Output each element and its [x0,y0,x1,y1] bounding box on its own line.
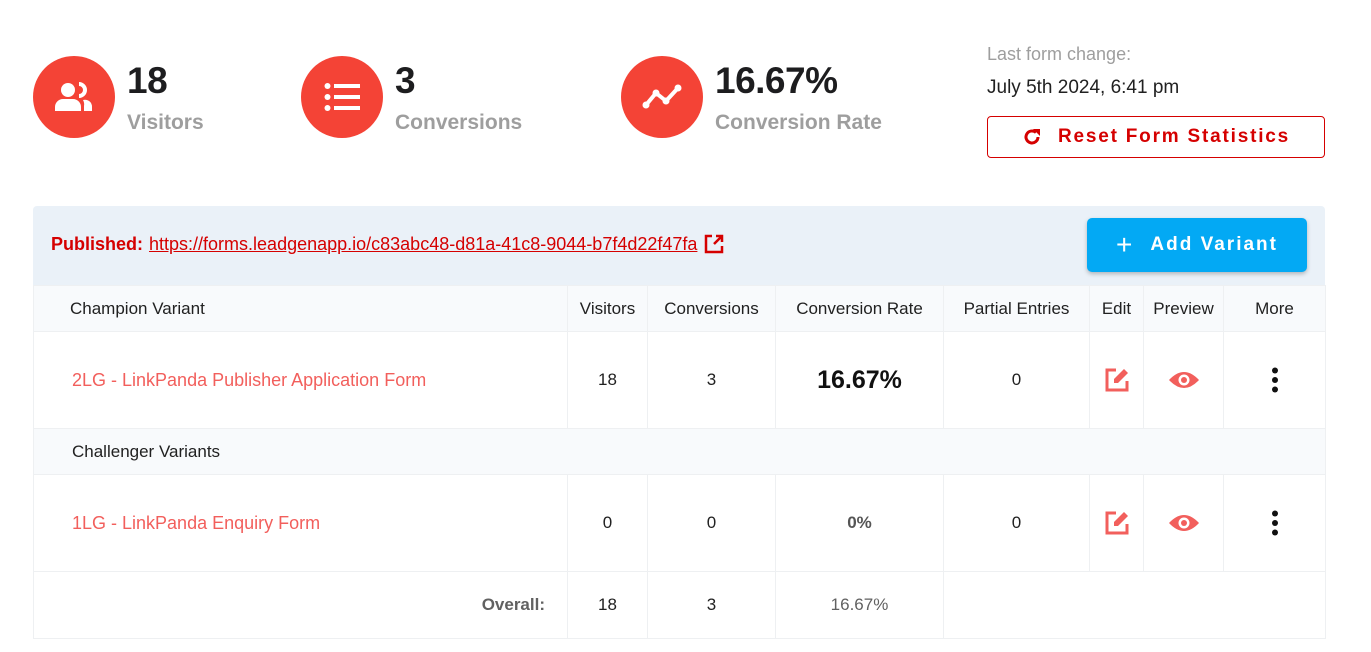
col-champion-variant: Champion Variant [33,285,568,332]
more-vertical-icon [1271,367,1278,393]
edit-icon [1105,511,1128,535]
variant-rate: 16.67% [775,331,944,429]
rate-value: 16.67% [715,60,838,101]
col-preview: Preview [1143,285,1224,332]
variant-partial: 0 [943,331,1090,429]
add-variant-label: Add Variant [1150,234,1278,255]
conversions-label: Conversions [395,111,523,134]
users-icon [33,56,115,138]
visitors-label: Visitors [127,111,204,134]
external-link-icon[interactable] [703,233,725,255]
col-more: More [1223,285,1326,332]
preview-button[interactable] [1143,474,1224,572]
trend-line-icon [621,56,703,138]
overall-rate: 16.67% [775,571,944,639]
more-button[interactable] [1223,474,1326,572]
overall-empty [943,571,1326,639]
last-change-date: July 5th 2024, 6:41 pm [987,77,1180,98]
variants-card: Published: https://forms.leadgenapp.io/c… [33,206,1326,639]
challenger-section: Challenger Variants [33,428,1326,475]
conversions-value: 3 [395,60,416,101]
last-form-change: Last form change: July 5th 2024, 6:41 pm [987,44,1179,99]
reset-statistics-button[interactable]: Reset Form Statistics [987,116,1325,158]
eye-icon [1168,515,1199,531]
rate-label: Conversion Rate [715,111,882,134]
plus-icon: + [1116,229,1135,260]
col-conversion-rate: Conversion Rate [775,285,944,332]
variant-conversions: 0 [647,474,776,572]
stat-conversion-rate: 16.67% Conversion Rate [621,56,882,138]
variant-partial: 0 [943,474,1090,572]
reset-label: Reset Form Statistics [1057,126,1291,147]
variants-table: Champion Variant Visitors Conversions Co… [33,285,1326,639]
challenger-section-label: Challenger Variants [33,428,1326,475]
col-edit: Edit [1089,285,1144,332]
table-row-overall: Overall: 18 3 16.67% [33,571,1326,639]
variant-conversions: 3 [647,331,776,429]
table-row-challenger: 1LG - LinkPanda Enquiry Form 0 0 0% 0 [33,474,1326,572]
add-variant-button[interactable]: + Add Variant [1087,218,1307,272]
col-partial-entries: Partial Entries [943,285,1090,332]
edit-button[interactable] [1089,331,1144,429]
last-change-label: Last form change: [987,44,1132,64]
edit-icon [1105,368,1128,392]
overall-conversions: 3 [647,571,776,639]
published-info: Published: https://forms.leadgenapp.io/c… [51,233,725,255]
variant-visitors: 18 [567,331,648,429]
edit-button[interactable] [1089,474,1144,572]
col-visitors: Visitors [567,285,648,332]
variant-rate: 0% [775,474,944,572]
overall-label: Overall: [33,571,568,639]
preview-button[interactable] [1143,331,1224,429]
col-conversions: Conversions [647,285,776,332]
overall-visitors: 18 [567,571,648,639]
table-row-champion: 2LG - LinkPanda Publisher Application Fo… [33,331,1326,429]
more-button[interactable] [1223,331,1326,429]
card-header: Published: https://forms.leadgenapp.io/c… [33,206,1325,285]
variant-visitors: 0 [567,474,648,572]
visitors-value: 18 [127,60,168,101]
variant-name-link[interactable]: 2LG - LinkPanda Publisher Application Fo… [33,331,568,429]
stat-conversions: 3 Conversions [301,56,522,138]
table-header: Champion Variant Visitors Conversions Co… [33,285,1326,332]
list-icon [301,56,383,138]
variant-name-link[interactable]: 1LG - LinkPanda Enquiry Form [33,474,568,572]
published-label: Published: [51,233,144,254]
more-vertical-icon [1271,510,1278,536]
refresh-icon [1024,129,1040,145]
stat-visitors: 18 Visitors [33,56,204,138]
eye-icon [1168,372,1199,388]
published-url-link[interactable]: https://forms.leadgenapp.io/c83abc48-d81… [149,234,697,255]
